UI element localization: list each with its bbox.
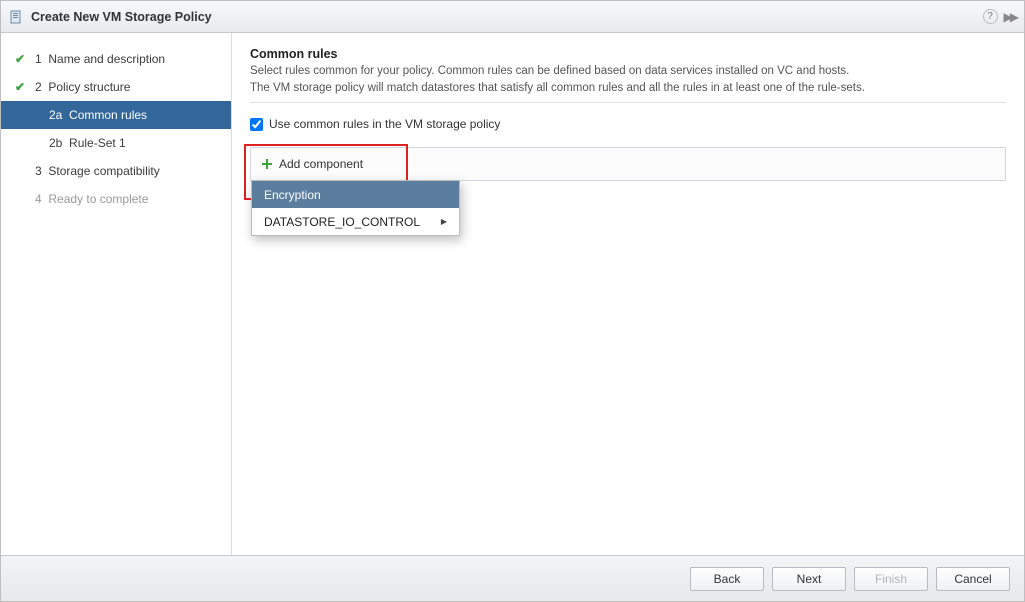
dialog-body: ✔ 1 Name and description ✔ 2 Policy stru…: [1, 33, 1024, 555]
create-vm-storage-policy-dialog: Create New VM Storage Policy ? ▶▶ ✔ 1 Na…: [0, 0, 1025, 602]
back-button[interactable]: Back: [690, 567, 764, 591]
step-storage-compatibility[interactable]: 3 Storage compatibility: [1, 157, 231, 185]
dialog-title: Create New VM Storage Policy: [31, 10, 212, 24]
help-icon[interactable]: ?: [983, 9, 998, 24]
component-panel: Add component Encryption DATASTORE_IO_CO…: [250, 147, 1006, 181]
wizard-sidebar: ✔ 1 Name and description ✔ 2 Policy stru…: [1, 33, 232, 555]
main-panel: Common rules Select rules common for you…: [232, 33, 1024, 555]
step-name-and-description[interactable]: ✔ 1 Name and description: [1, 45, 231, 73]
use-common-rules-checkbox-row[interactable]: Use common rules in the VM storage polic…: [250, 117, 1006, 131]
add-component-label: Add component: [279, 157, 363, 171]
finish-button: Finish: [854, 567, 928, 591]
step-policy-structure[interactable]: ✔ 2 Policy structure: [1, 73, 231, 101]
step-label: 1 Name and description: [35, 52, 165, 66]
use-common-rules-checkbox[interactable]: [250, 118, 263, 131]
section-description: Select rules common for your policy. Com…: [250, 63, 1006, 96]
step-label: 2a Common rules: [49, 108, 147, 122]
step-label: 3 Storage compatibility: [35, 164, 160, 178]
step-label: 2 Policy structure: [35, 80, 130, 94]
section-title: Common rules: [250, 47, 1006, 61]
step-label: 2b Rule-Set 1: [49, 136, 126, 150]
submenu-arrow-icon: ▶: [441, 217, 447, 226]
cancel-button[interactable]: Cancel: [936, 567, 1010, 591]
document-icon: [9, 9, 25, 25]
step-rule-set-1[interactable]: 2b Rule-Set 1: [1, 129, 231, 157]
dropdown-item-label: DATASTORE_IO_CONTROL: [264, 215, 420, 229]
checkmark-icon: ✔: [13, 80, 27, 94]
dropdown-item-datastore-io-control[interactable]: DATASTORE_IO_CONTROL ▶: [252, 208, 459, 235]
step-ready-to-complete: 4 Ready to complete: [1, 185, 231, 213]
plus-icon: [261, 158, 273, 170]
expand-icon[interactable]: ▶▶: [1004, 10, 1016, 24]
next-button[interactable]: Next: [772, 567, 846, 591]
divider: [250, 102, 1006, 103]
step-common-rules[interactable]: 2a Common rules: [1, 101, 231, 129]
step-label: 4 Ready to complete: [35, 192, 148, 206]
checkbox-label: Use common rules in the VM storage polic…: [269, 117, 500, 131]
titlebar: Create New VM Storage Policy ? ▶▶: [1, 1, 1024, 33]
add-component-button[interactable]: Add component: [261, 154, 995, 174]
add-component-dropdown: Encryption DATASTORE_IO_CONTROL ▶: [251, 180, 460, 236]
checkmark-icon: ✔: [13, 52, 27, 66]
dropdown-item-encryption[interactable]: Encryption: [252, 181, 459, 208]
dialog-footer: Back Next Finish Cancel: [1, 555, 1024, 601]
dropdown-item-label: Encryption: [264, 188, 321, 202]
